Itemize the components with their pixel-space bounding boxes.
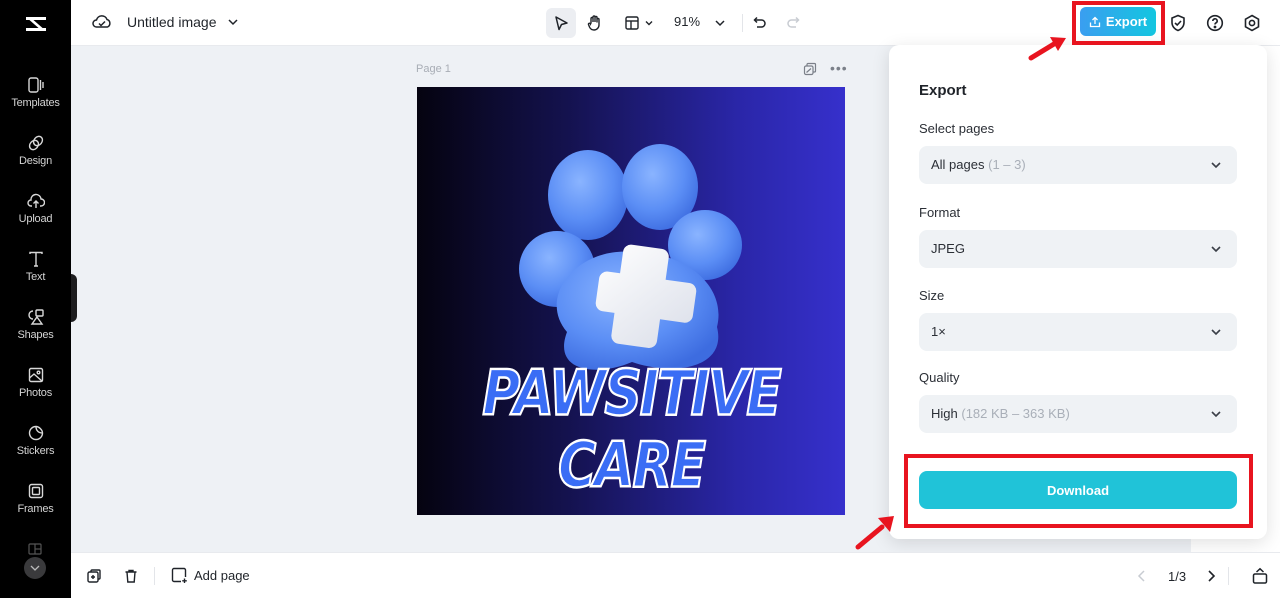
redo-icon	[787, 16, 800, 28]
select-pages-value: All pages (1 – 3)	[931, 157, 1026, 172]
add-page-label: Add page	[194, 568, 250, 583]
templates-icon	[27, 77, 44, 93]
page-label: Page 1	[416, 63, 451, 75]
expand-pages-button[interactable]	[1251, 567, 1269, 585]
artwork-title-text: PAWSITIVE CARE	[481, 357, 782, 503]
hand-pan-icon	[587, 15, 600, 31]
bottom-toolbar: Add page 1/3	[71, 552, 1280, 598]
chevron-down-icon[interactable]	[227, 15, 239, 33]
sidebar-item-label: Photos	[18, 387, 53, 399]
sidebar-item-label: Templates	[11, 97, 60, 109]
sidebar-item-label: Stickers	[16, 445, 55, 457]
sidebar-item-frames[interactable]: Frames	[0, 480, 71, 532]
settings-icon[interactable]	[1241, 12, 1263, 34]
artboard-page-1[interactable]: PAWSITIVE CARE	[417, 87, 845, 515]
quality-label: Quality	[919, 370, 960, 385]
next-page-button[interactable]	[1202, 567, 1220, 585]
size-label: Size	[919, 288, 945, 303]
select-pointer-icon	[555, 16, 568, 31]
duplicate-icon	[87, 569, 101, 583]
photos-icon	[28, 367, 43, 383]
shapes-icon	[27, 309, 44, 325]
chevron-down-icon	[645, 21, 653, 26]
chevron-right-icon	[1208, 570, 1216, 582]
chevron-down-icon	[30, 565, 40, 571]
annotation-arrow-export	[1028, 37, 1066, 61]
format-dropdown[interactable]: JPEG	[919, 230, 1237, 268]
hand-tool-button[interactable]	[580, 8, 610, 38]
annotation-arrow-download	[855, 516, 894, 550]
layout-dropdown-button[interactable]	[619, 8, 659, 38]
divider	[1228, 567, 1229, 585]
previous-page-button[interactable]	[1133, 567, 1151, 585]
sidebar-item-templates[interactable]: Templates	[0, 74, 71, 126]
size-dropdown[interactable]: 1×	[919, 313, 1237, 351]
format-label: Format	[919, 205, 961, 220]
shield-check-icon[interactable]	[1167, 12, 1189, 34]
document-title[interactable]: Untitled image	[127, 14, 217, 30]
frames-icon	[28, 483, 43, 499]
chevron-up-tray-icon	[1252, 567, 1268, 584]
sidebar-item-label: Design	[18, 155, 53, 167]
export-panel-title: Export	[919, 82, 967, 99]
layout-icon	[625, 16, 639, 30]
sidebar-item-label: Upload	[18, 213, 53, 225]
chevron-left-icon	[1137, 570, 1145, 582]
stickers-icon	[28, 425, 43, 441]
chevron-down-icon	[1211, 411, 1221, 418]
sidebar-item-upload[interactable]: Upload	[0, 190, 71, 242]
sidebar-item-text[interactable]: Text	[0, 248, 71, 300]
help-icon[interactable]	[1204, 12, 1226, 34]
format-value: JPEG	[931, 241, 965, 256]
select-tool-button[interactable]	[546, 8, 576, 38]
design-icon	[28, 135, 43, 151]
cloud-save-icon[interactable]	[92, 13, 112, 36]
text-icon	[28, 251, 43, 267]
chevron-down-icon	[1211, 246, 1221, 253]
quality-value: High (182 KB – 363 KB)	[931, 406, 1070, 421]
undo-button[interactable]	[745, 8, 775, 38]
page-indicator: 1/3	[1168, 569, 1187, 584]
capcut-logo-icon[interactable]	[0, 0, 71, 48]
sidebar-item-stickers[interactable]: Stickers	[0, 422, 71, 474]
download-highlight-box	[904, 454, 1253, 528]
sidebar-collapse-handle[interactable]	[71, 274, 77, 322]
sidebar-item-photos[interactable]: Photos	[0, 364, 71, 416]
undo-icon	[753, 16, 766, 28]
size-value: 1×	[931, 324, 946, 339]
redo-button[interactable]	[778, 8, 808, 38]
sidebar-item-label: Frames	[17, 503, 54, 515]
sidebar-item-label: Text	[25, 271, 46, 283]
export-highlight-box	[1072, 1, 1165, 45]
sidebar-item-design[interactable]: Design	[0, 132, 71, 184]
page-more-options-icon[interactable]: •••	[830, 60, 848, 76]
quality-dropdown[interactable]: High (182 KB – 363 KB)	[919, 395, 1237, 433]
duplicate-page-button[interactable]	[85, 567, 103, 585]
sidebar-item-shapes[interactable]: Shapes	[0, 306, 71, 358]
delete-page-button[interactable]	[122, 567, 140, 585]
trash-icon	[125, 569, 137, 583]
chevron-down-icon	[1211, 162, 1221, 169]
zoom-level[interactable]: 91%	[674, 14, 700, 29]
chevron-down-icon	[1211, 329, 1221, 336]
divider	[742, 14, 743, 32]
add-page-icon	[171, 567, 187, 583]
upload-icon	[26, 193, 45, 208]
divider	[154, 567, 155, 585]
chevron-down-icon	[715, 20, 725, 27]
duplicate-page-icon[interactable]	[803, 62, 817, 81]
select-pages-dropdown[interactable]: All pages (1 – 3)	[919, 146, 1237, 184]
sidebar-item-label: Shapes	[17, 329, 54, 341]
sidebar-more-button[interactable]	[24, 557, 46, 579]
add-page-button[interactable]: Add page	[171, 567, 250, 584]
left-sidebar: Templates Design Upload Text Shapes Phot…	[0, 0, 71, 598]
zoom-dropdown-button[interactable]	[705, 8, 735, 38]
select-pages-label: Select pages	[919, 121, 995, 136]
app-window: Templates Design Upload Text Shapes Phot…	[0, 0, 1280, 598]
